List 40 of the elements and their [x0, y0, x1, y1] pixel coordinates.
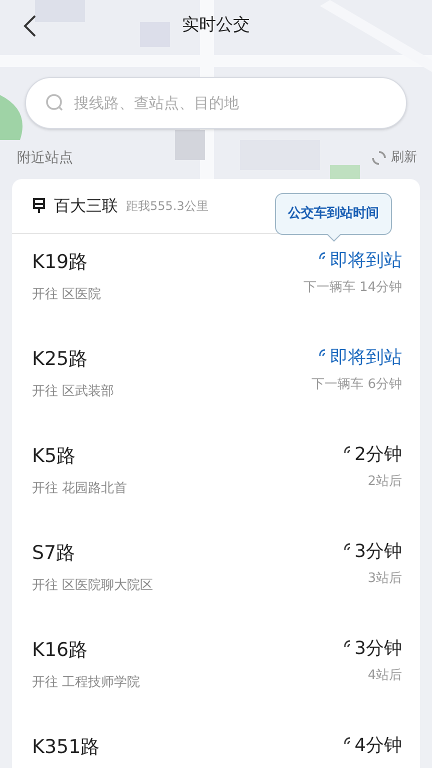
arrival-status: 4分钟 — [354, 735, 402, 757]
bus-stop-icon — [32, 198, 46, 214]
tooltip: 公交车到站时间 — [275, 193, 392, 235]
route-name[interactable]: K351路 — [32, 733, 100, 762]
route-destination: 开往 花园路北首 — [32, 480, 128, 498]
signal-icon — [342, 735, 353, 745]
station-distance: 距我555.3公里 — [126, 198, 208, 215]
search-icon — [45, 93, 65, 113]
arrival-detail: 4站后 — [368, 667, 402, 685]
arrival-status: 即将到站 — [330, 250, 402, 272]
signal-icon — [318, 250, 328, 260]
arrival-status: 即将到站 — [330, 347, 402, 369]
arrival-status: 3分钟 — [354, 638, 402, 660]
refresh-button[interactable]: 刷新 — [371, 148, 417, 168]
arrival-status: 3分钟 — [354, 541, 402, 563]
station-name: 百大三联 — [54, 195, 118, 217]
route-destination: 开往 工程技师学院 — [32, 674, 140, 692]
route-destination: 开往 区医院聊大院区 — [32, 576, 154, 594]
search-field[interactable]: 搜线路、查站点、目的地 — [25, 77, 407, 129]
route-name[interactable]: S7路 — [32, 539, 154, 568]
arrival-detail: 下一辆车 14分钟 — [303, 279, 402, 297]
signal-icon — [342, 444, 353, 454]
route-name[interactable]: K25路 — [32, 345, 114, 374]
page-title: 实时公交 — [182, 14, 250, 38]
arrival-detail: 3站后 — [368, 570, 402, 588]
signal-icon — [342, 541, 353, 551]
route-destination: 开往 区医院 — [32, 286, 102, 304]
route-destination: 开往 区武装部 — [32, 382, 114, 400]
refresh-icon — [371, 150, 387, 166]
back-icon[interactable] — [22, 14, 38, 38]
arrival-status: 2分钟 — [354, 444, 402, 466]
tooltip-pointer — [326, 234, 340, 242]
route-name[interactable]: K19路 — [32, 248, 102, 276]
signal-icon — [318, 347, 328, 357]
signal-icon — [342, 638, 353, 648]
arrival-detail: 下一辆车 6分钟 — [312, 376, 402, 394]
route-name[interactable]: K5路 — [32, 442, 128, 470]
section-label: 附近站点 — [17, 148, 73, 168]
route-name[interactable]: K16路 — [32, 636, 140, 664]
arrival-detail: 2站后 — [368, 473, 402, 491]
